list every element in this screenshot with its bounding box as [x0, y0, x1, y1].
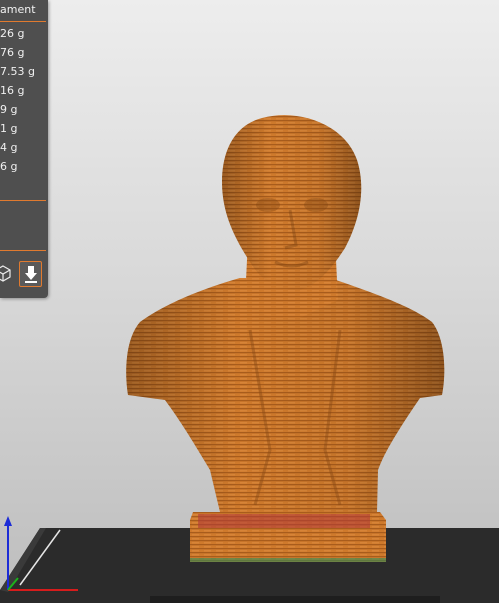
3d-viewport[interactable] — [0, 0, 499, 603]
weight-value: 9 g — [0, 103, 18, 116]
weight-value: 26 g — [0, 27, 25, 40]
divider — [0, 250, 46, 251]
weight-list: 26 g 76 g 7.53 g 16 g 9 g 1 g 4 g 6 g — [0, 27, 35, 179]
cube-outline-icon — [0, 265, 11, 282]
first-layer-outline — [190, 558, 386, 562]
export-download-icon — [24, 266, 37, 283]
weight-value: 16 g — [0, 84, 25, 97]
weight-value: 76 g — [0, 46, 25, 59]
scene-canvas[interactable] — [0, 0, 499, 603]
weight-value: 6 g — [0, 160, 18, 173]
filament-stats-panel: ament 26 g 76 g 7.53 g 16 g 9 g 1 g 4 g … — [0, 0, 48, 298]
weight-value: 4 g — [0, 141, 18, 154]
divider — [0, 200, 46, 201]
weight-value: 1 g — [0, 122, 18, 135]
panel-header-label: ament — [0, 3, 36, 16]
divider — [0, 21, 46, 22]
export-gcode-button[interactable] — [19, 261, 42, 287]
view-cube-button[interactable] — [0, 261, 14, 285]
bust-model[interactable] — [126, 115, 445, 562]
weight-value: 7.53 g — [0, 65, 35, 78]
